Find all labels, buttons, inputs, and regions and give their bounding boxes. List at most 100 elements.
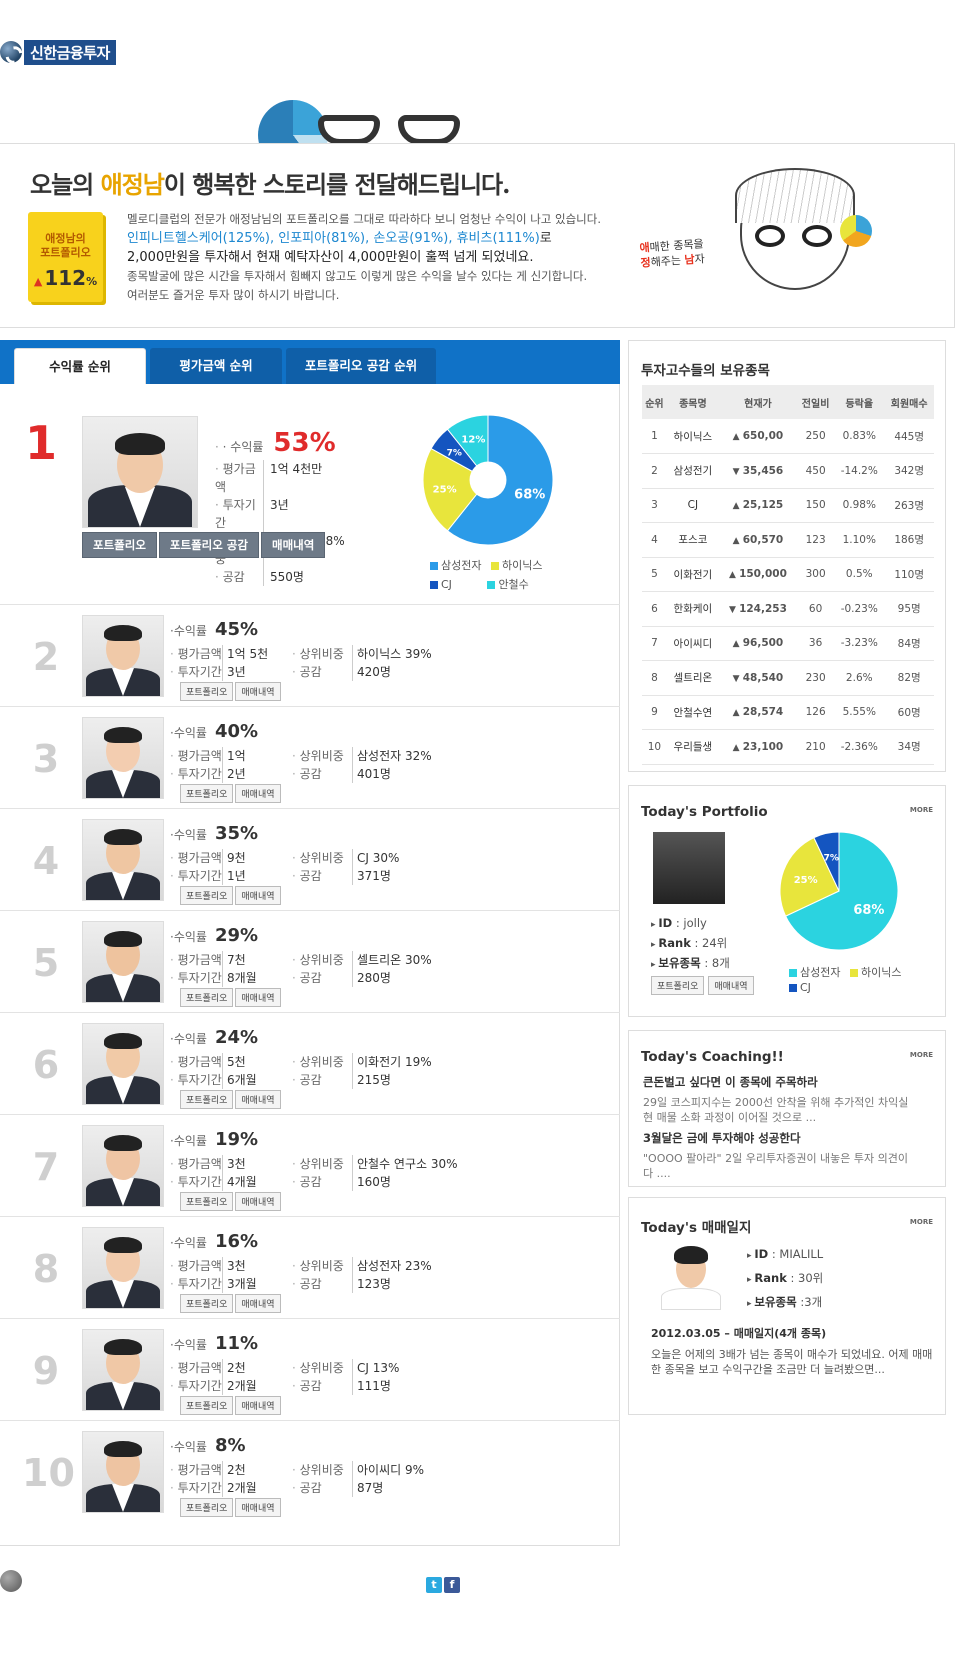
table-cell: 95명 [884,591,934,627]
mini-pie-icon [840,215,872,247]
trades-button[interactable]: 매매내역 [235,1498,281,1517]
yield-label: · 수익률 11% [170,1333,259,1354]
rank-details: 평가금액9천 상위비중CJ 30% 투자기간1년 공감371명 [170,849,462,885]
table-cell: 셀트리온 [666,660,719,696]
coaching-article[interactable]: 큰돈벌고 싶다면 이 종목에 주목하라 29일 코스피지수는 2000선 안착을… [643,1075,913,1125]
tab-yield-rank[interactable]: 수익률 순위 [14,348,146,384]
table-row[interactable]: 2삼성전기35,456450-14.2%342명 [642,453,934,489]
trades-button[interactable]: 매매내역 [235,1090,281,1109]
brand-name: 신한금융투자 [24,39,116,65]
table-row[interactable]: 8셀트리온48,5402302.6%82명 [642,660,934,696]
twitter-icon[interactable]: t [426,1577,442,1593]
portfolio-button[interactable]: 포트폴리오 [180,988,234,1007]
portfolio-button[interactable]: 포트폴리오 [82,532,157,558]
table-row[interactable]: 10우리들생23,100210-2.36%34명 [642,729,934,765]
rank-number: 7 [32,1145,60,1189]
column-header: 회원매수 [884,385,934,419]
trades-button[interactable]: 매매내역 [235,682,281,701]
table-cell: 230 [796,660,835,696]
more-link[interactable]: MORE [910,806,933,814]
rank-details: 평가금액1억 5천 상위비중하이닉스 39% 투자기간3년 공감420명 [170,645,462,681]
table-cell: 450 [796,453,835,489]
trades-button[interactable]: 매매내역 [235,886,281,905]
yield-label: · 수익률 8% [170,1435,246,1456]
facebook-icon[interactable]: f [444,1577,460,1593]
trades-button[interactable]: 매매내역 [235,784,281,803]
table-cell: 96,500 [718,626,797,661]
table-cell: 4 [642,522,667,558]
column-header: 종목명 [666,385,719,419]
table-row[interactable]: 5이화전기150,0003000.5%110명 [642,557,934,592]
rank-1-legend: 삼성전자 하이닉스 CJ 안철수 [430,557,570,595]
table-cell: 우리들생 [666,729,719,765]
table-row[interactable]: 6한화케이124,25360-0.23%95명 [642,591,934,627]
trades-button[interactable]: 매매내역 [708,976,754,995]
avatar [82,1023,164,1105]
rank-row: 9 · 수익률11% 평가금액2천 상위비중CJ 13% 투자기간2개월 공감1… [0,1318,620,1420]
table-cell: 150 [796,488,835,523]
portfolio-empathy-button[interactable]: 포트폴리오 공감 [158,532,259,558]
table-cell: -14.2% [834,453,885,489]
hero-tagline: 애매한 종목을 정해주는 남자 [639,237,706,270]
diary-entry[interactable]: 2012.03.05 – 매매일지(4개 종목) 오늘은 어제의 3배가 넘는 … [651,1326,941,1377]
more-link[interactable]: MORE [910,1218,933,1226]
portfolio-button[interactable]: 포트폴리오 [180,1498,234,1517]
portfolio-button[interactable]: 포트폴리오 [180,1294,234,1313]
portfolio-button[interactable]: 포트폴리오 [180,682,234,701]
table-row[interactable]: 7아이씨디96,50036-3.23%84명 [642,626,934,661]
table-row[interactable]: 9안철수연28,5741265.55%60명 [642,695,934,730]
table-cell: 84명 [884,626,934,661]
brand-logo[interactable]: 신한금융투자 [0,39,116,65]
table-cell: 3 [642,488,667,523]
table-cell: 263명 [884,488,934,523]
more-link[interactable]: MORE [910,1051,933,1059]
yield-label: · 수익률 19% [170,1129,259,1150]
table-cell: 안철수연 [666,695,719,730]
table-cell: 210 [796,729,835,765]
legend-item: CJ [789,981,811,995]
trades-button[interactable]: 매매내역 [235,1192,281,1211]
table-cell: 0.83% [834,419,885,454]
trades-button[interactable]: 매매내역 [235,1396,281,1415]
table-cell: 25,125 [718,488,797,523]
footer-logo-icon [0,1570,22,1592]
table-row[interactable]: 4포스코60,5701231.10%186명 [642,522,934,558]
today-portfolio-pie-chart: 68% 25% 7% [779,831,899,951]
coaching-article[interactable]: 3월달은 금에 투자해야 성공한다 "OOOO 팔아라" 2일 우리투자증권이 … [643,1131,913,1181]
rank-number: 10 [22,1451,75,1495]
table-cell: 126 [796,695,835,730]
table-cell: 하이닉스 [666,419,719,454]
table-cell: 6 [642,591,667,627]
portfolio-button[interactable]: 포트폴리오 [180,886,234,905]
table-cell: 650,00 [718,419,797,454]
pie-label: 7% [824,853,839,863]
rank-row: 5 · 수익률29% 평가금액7천 상위비중셀트리온 30% 투자기간8개월 공… [0,910,620,1012]
table-cell: 0.5% [834,557,885,592]
trades-button[interactable]: 매매내역 [235,988,281,1007]
portfolio-button[interactable]: 포트폴리오 [180,1090,234,1109]
table-cell: 110명 [884,557,934,592]
ranking-tabs: 수익률 순위 평가금액 순위 포트폴리오 공감 순위 [0,340,620,384]
trades-button[interactable]: 매매내역 [260,532,326,558]
tab-eval-rank[interactable]: 평가금액 순위 [150,348,282,384]
pie-label: 25% [794,875,818,886]
portfolio-button[interactable]: 포트폴리오 [651,976,705,995]
rank-row: 6 · 수익률24% 평가금액5천 상위비중이화전기 19% 투자기간6개월 공… [0,1012,620,1114]
table-cell: 23,100 [718,729,797,765]
table-cell: 포스코 [666,522,719,558]
holdings-panel: 투자고수들의 보유종목 순위종목명현재가전일비등락율회원매수 1하이닉스650,… [628,340,946,772]
trades-button[interactable]: 매매내역 [235,1294,281,1313]
table-cell: 36 [796,626,835,661]
column-header: 현재가 [718,385,797,419]
tab-empathy-rank[interactable]: 포트폴리오 공감 순위 [286,348,436,384]
table-cell: 124,253 [718,591,797,627]
table-row[interactable]: 3CJ25,1251500.98%263명 [642,488,934,523]
portfolio-title: Today's Portfolio [641,804,768,820]
table-cell: 아이씨디 [666,626,719,661]
portfolio-button[interactable]: 포트폴리오 [180,1192,234,1211]
portfolio-button[interactable]: 포트폴리오 [180,1396,234,1415]
rank-number: 2 [32,635,60,679]
table-cell: -2.36% [834,729,885,765]
portfolio-button[interactable]: 포트폴리오 [180,784,234,803]
table-row[interactable]: 1하이닉스650,002500.83%445명 [642,419,934,454]
